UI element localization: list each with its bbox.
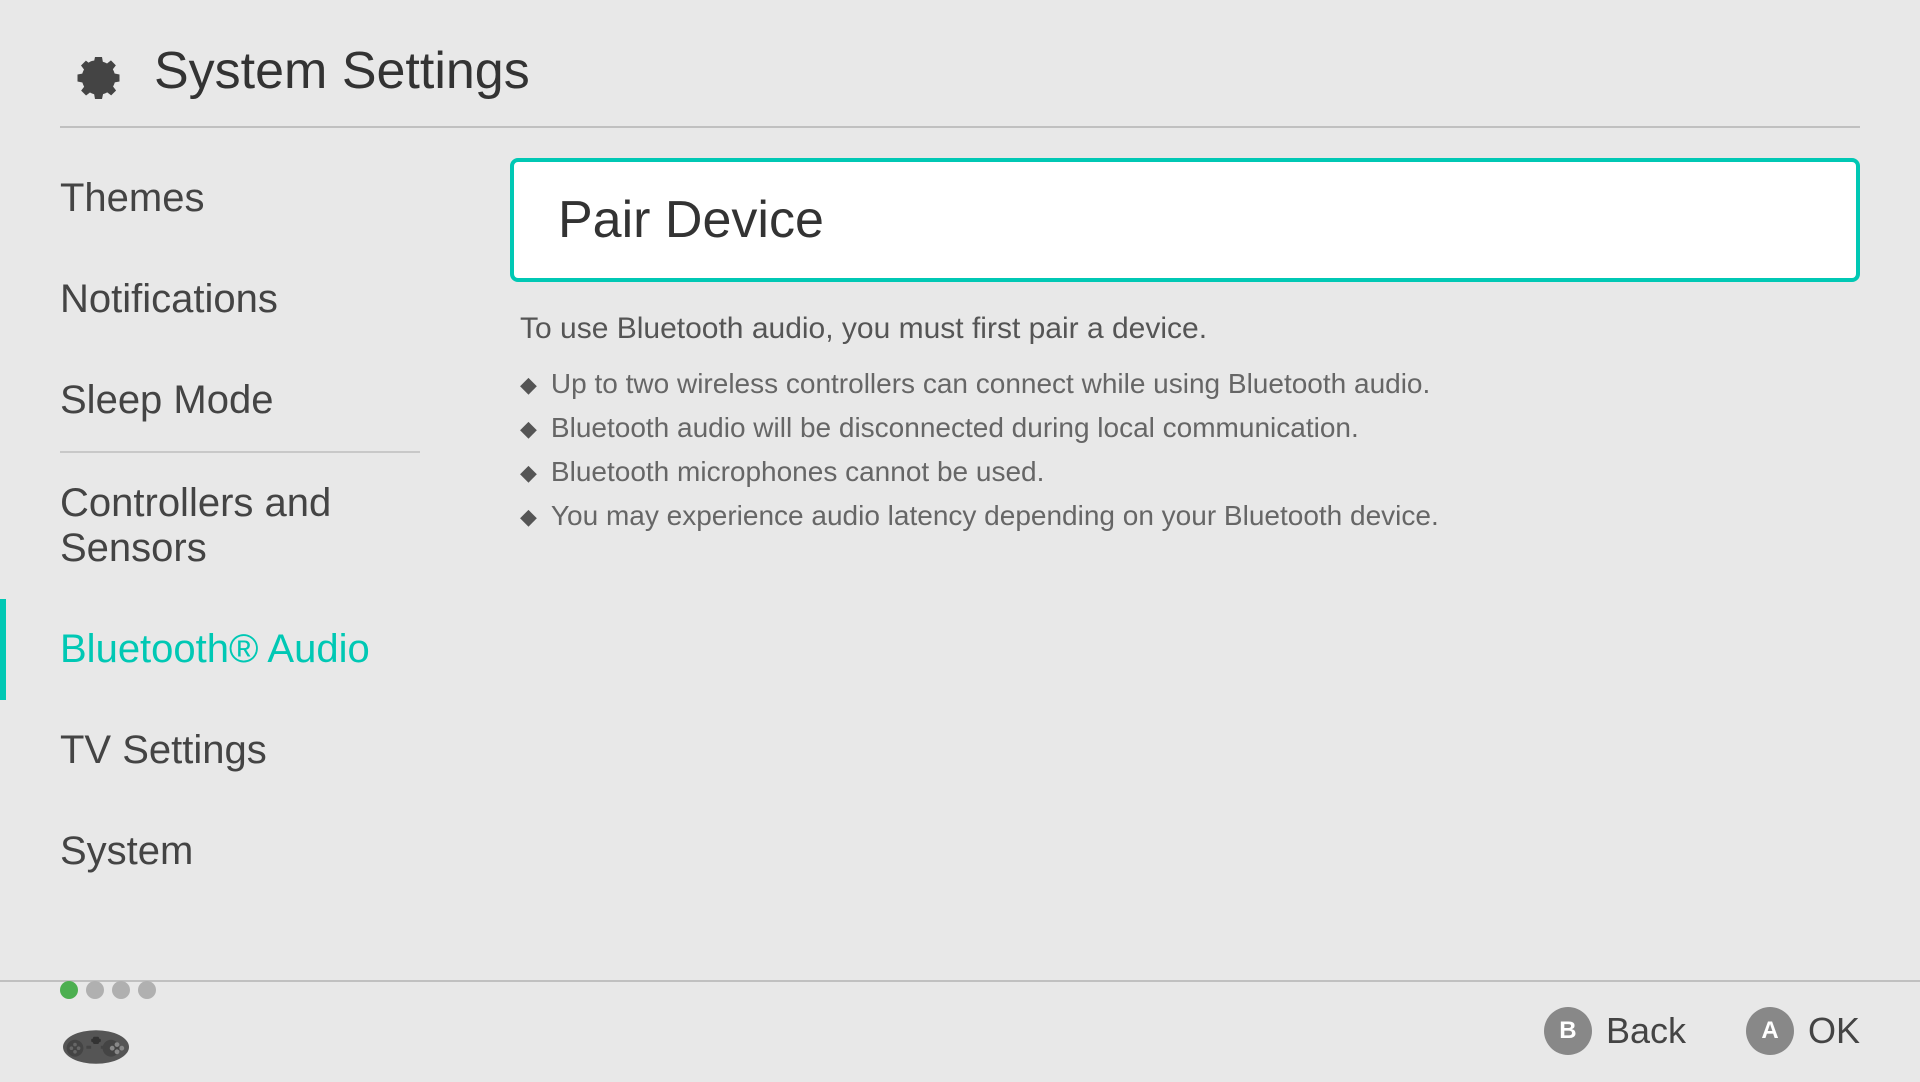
ok-button[interactable]: A OK (1746, 1007, 1860, 1055)
bullet-list: ◆ Up to two wireless controllers can con… (510, 368, 1860, 532)
dot-inactive (138, 981, 156, 999)
footer: B Back A OK (0, 980, 1920, 1080)
controller-icon (60, 1005, 132, 1077)
list-item: ◆ Bluetooth microphones cannot be used. (520, 456, 1860, 488)
footer-right: B Back A OK (1544, 1007, 1860, 1055)
page-header: System Settings (0, 0, 1920, 126)
page-title: System Settings (154, 41, 530, 101)
main-content: Pair Device To use Bluetooth audio, you … (480, 128, 1920, 948)
list-item: ◆ Up to two wireless controllers can con… (520, 368, 1860, 400)
diamond-icon: ◆ (520, 372, 537, 398)
sidebar-item-notifications[interactable]: Notifications (0, 249, 480, 350)
sidebar-item-controllers-sensors[interactable]: Controllers and Sensors (0, 453, 480, 599)
diamond-icon: ◆ (520, 460, 537, 486)
dot-inactive (112, 981, 130, 999)
list-item: ◆ Bluetooth audio will be disconnected d… (520, 412, 1860, 444)
gear-icon (60, 36, 130, 106)
sidebar-item-tv-settings[interactable]: TV Settings (0, 700, 480, 801)
sidebar-item-system[interactable]: System (0, 801, 480, 902)
a-circle: A (1746, 1007, 1794, 1055)
footer-left (60, 981, 156, 1082)
sidebar-item-themes[interactable]: Themes (0, 148, 480, 249)
b-circle: B (1544, 1007, 1592, 1055)
back-button[interactable]: B Back (1544, 1007, 1686, 1055)
footer-dots (60, 981, 156, 999)
sidebar-item-bluetooth-audio[interactable]: Bluetooth® Audio (0, 599, 480, 700)
dot-inactive (86, 981, 104, 999)
pair-device-card[interactable]: Pair Device (510, 158, 1860, 282)
list-item: ◆ You may experience audio latency depen… (520, 500, 1860, 532)
sidebar-item-sleep-mode[interactable]: Sleep Mode (0, 350, 480, 451)
dot-active (60, 981, 78, 999)
diamond-icon: ◆ (520, 504, 537, 530)
sidebar: Themes Notifications Sleep Mode Controll… (0, 128, 480, 948)
pair-device-title: Pair Device (558, 191, 824, 249)
diamond-icon: ◆ (520, 416, 537, 442)
pair-device-info: To use Bluetooth audio, you must first p… (510, 312, 1860, 346)
footer-controller (60, 981, 156, 1082)
content-area: Themes Notifications Sleep Mode Controll… (0, 128, 1920, 948)
